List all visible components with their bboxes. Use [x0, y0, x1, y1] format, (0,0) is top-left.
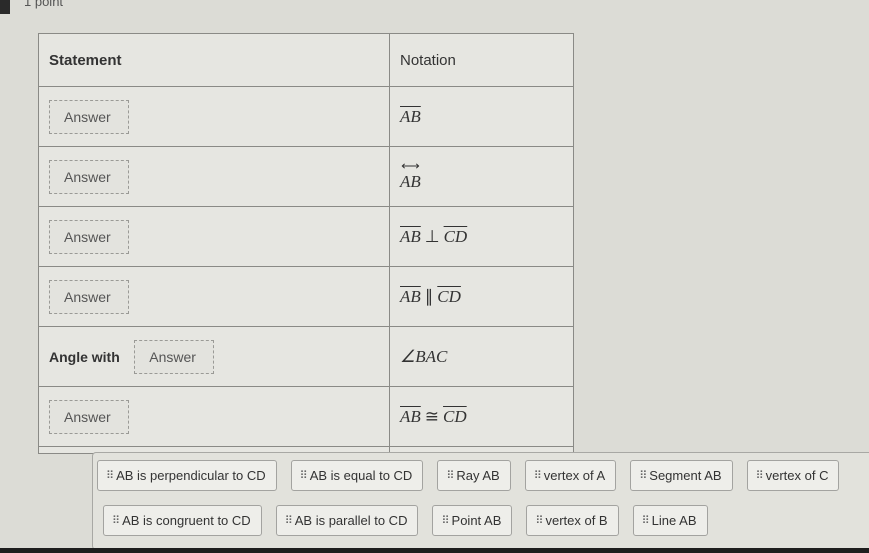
- drag-handle-icon[interactable]: ⠿: [534, 470, 542, 481]
- line-notation-text: AB: [400, 171, 421, 191]
- parallel-notation: AB ∥ CD: [400, 286, 461, 306]
- answer-drop-zone[interactable]: Answer: [49, 399, 129, 434]
- answer-chip[interactable]: ⠿ vertex of B: [526, 505, 619, 536]
- parallel-symbol: ∥: [424, 286, 434, 306]
- perpendicular-symbol: ⊥: [424, 226, 440, 246]
- answer-chip[interactable]: ⠿ Line AB: [632, 505, 708, 536]
- table-row: Answer AB ≅ CD: [38, 386, 574, 447]
- drag-handle-icon[interactable]: ⠿: [642, 515, 650, 526]
- table-row: Answer AB ∥ CD: [38, 266, 574, 327]
- answer-chip[interactable]: ⠿ Segment AB: [630, 460, 733, 491]
- screen-bottom-bezel: [0, 548, 869, 553]
- drag-handle-icon[interactable]: ⠿: [285, 515, 293, 526]
- angle-notation: ∠BAC: [400, 346, 448, 366]
- notation-cell: ⟷ AB: [389, 146, 574, 207]
- answer-chip[interactable]: ⠿ AB is parallel to CD: [275, 505, 419, 536]
- table-row: Answer AB ⊥ CD: [38, 206, 574, 267]
- answer-drop-zone[interactable]: Answer: [134, 339, 215, 374]
- segment-notation: AB: [400, 106, 421, 126]
- answer-bank: ⠿ AB is perpendicular to CD ⠿ AB is equal …: [92, 452, 869, 550]
- statement-cell: Angle with Answer: [38, 326, 390, 387]
- answer-chip[interactable]: ⠿ AB is equal to CD: [290, 460, 424, 491]
- answer-drop-zone[interactable]: Answer: [49, 219, 129, 254]
- notation-header: Notation: [389, 33, 574, 87]
- table-row: Answer ⟷ AB: [38, 146, 574, 207]
- double-arrow-icon: ⟷: [401, 157, 420, 173]
- notation-cell: AB ∥ CD: [389, 266, 574, 327]
- drag-handle-icon[interactable]: ⠿: [446, 470, 454, 481]
- points-label: 1 point: [24, 0, 64, 9]
- statement-cell: Answer: [38, 386, 390, 447]
- notation-cell: ∠BAC: [389, 326, 574, 387]
- table-header-row: Statement Notation: [38, 33, 574, 87]
- answer-drop-zone[interactable]: Answer: [49, 99, 129, 134]
- statement-cell: Answer: [38, 266, 390, 327]
- table-row: Angle with Answer ∠BAC: [38, 326, 574, 387]
- perpendicular-notation: AB ⊥ CD: [400, 226, 468, 246]
- congruent-symbol: ≅: [424, 406, 440, 426]
- answer-bank-row-2: ⠿ AB is congruent to CD ⠿ AB is parallel t…: [103, 505, 708, 536]
- answer-chip[interactable]: ⠿ vertex of A: [524, 460, 617, 491]
- notation-cell: AB ⊥ CD: [389, 206, 574, 267]
- notation-cell: AB: [389, 86, 574, 147]
- answer-drop-zone[interactable]: Answer: [49, 159, 129, 194]
- drag-handle-icon[interactable]: ⠿: [639, 470, 647, 481]
- answer-chip[interactable]: ⠿ vertex of C: [746, 460, 840, 491]
- drag-handle-icon[interactable]: ⠿: [535, 515, 543, 526]
- screen-bezel: [0, 0, 10, 14]
- congruent-notation: AB ≅ CD: [400, 406, 467, 426]
- drag-handle-icon[interactable]: ⠿: [300, 470, 308, 481]
- drag-handle-icon[interactable]: ⠿: [441, 515, 449, 526]
- answer-bank-row-1: ⠿ AB is perpendicular to CD ⠿ AB is equal …: [97, 460, 840, 491]
- statement-cell: Answer: [38, 146, 390, 207]
- statement-header: Statement: [38, 33, 390, 87]
- drag-handle-icon[interactable]: ⠿: [756, 470, 764, 481]
- statement-prefix: Angle with: [49, 348, 120, 365]
- answer-chip[interactable]: ⠿ AB is congruent to CD: [103, 505, 262, 536]
- drag-handle-icon[interactable]: ⠿: [106, 470, 114, 481]
- table-row: Answer AB: [38, 86, 574, 147]
- statement-cell: Answer: [38, 206, 390, 267]
- matching-table: Statement Notation Answer AB Answer ⟷ AB…: [38, 33, 574, 454]
- answer-drop-zone[interactable]: Answer: [49, 279, 129, 314]
- drag-handle-icon[interactable]: ⠿: [112, 515, 120, 526]
- answer-chip[interactable]: ⠿ Point AB: [432, 505, 513, 536]
- answer-chip[interactable]: ⠿ AB is perpendicular to CD: [97, 460, 277, 491]
- answer-chip[interactable]: ⠿ Ray AB: [437, 460, 511, 491]
- statement-cell: Answer: [38, 86, 390, 147]
- notation-cell: AB ≅ CD: [389, 386, 574, 447]
- line-notation: ⟷ AB: [400, 157, 421, 192]
